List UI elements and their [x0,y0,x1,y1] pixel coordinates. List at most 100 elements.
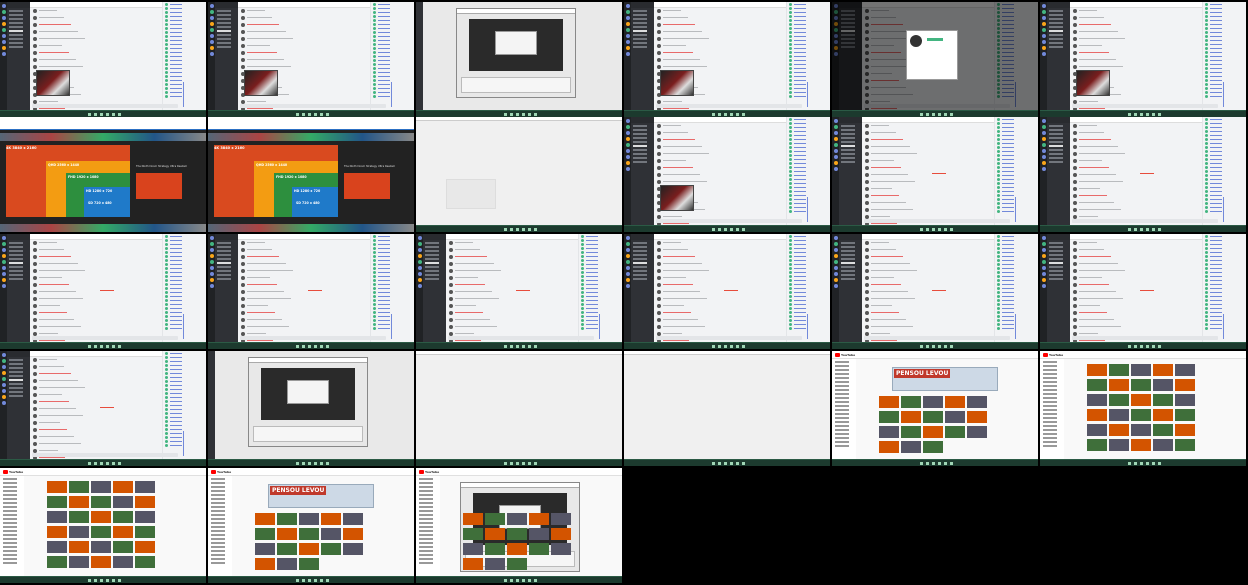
member-entry[interactable] [1205,307,1224,310]
member-entry[interactable] [789,247,808,250]
member-entry[interactable] [581,315,600,318]
sidebar-item[interactable] [419,514,433,516]
video-thumbnail[interactable] [1087,424,1107,436]
member-entry[interactable] [165,59,184,62]
server-icon[interactable] [417,284,422,288]
video-thumbnail[interactable] [879,396,899,408]
member-entry[interactable] [1205,138,1224,141]
member-entry[interactable] [165,412,184,415]
video-thumbnail[interactable] [299,513,319,525]
member-entry[interactable] [165,235,184,238]
member-entry[interactable] [997,174,1016,177]
member-entry[interactable] [997,291,1016,294]
member-entry[interactable] [1205,267,1224,270]
channel-item[interactable] [217,22,231,24]
member-entry[interactable] [165,400,184,403]
sidebar-item[interactable] [419,534,433,536]
member-entry[interactable] [1205,182,1224,185]
video-thumbnail[interactable] [1109,364,1129,376]
member-entry[interactable] [997,247,1016,250]
channel-item[interactable] [633,266,647,268]
video-thumbnail[interactable] [1153,424,1173,436]
member-entry[interactable] [373,255,392,258]
sidebar-item[interactable] [3,554,17,556]
scrollbar[interactable] [1223,314,1224,339]
channel-item[interactable] [633,18,647,20]
channel-item[interactable] [9,391,23,393]
sidebar-item[interactable] [419,546,433,548]
member-entry[interactable] [789,122,808,125]
server-icon[interactable] [209,236,214,240]
member-entry[interactable] [997,210,1016,213]
member-entry[interactable] [789,79,808,82]
member-entry[interactable] [1205,23,1224,26]
sidebar-item[interactable] [419,506,433,508]
server-icon[interactable] [833,119,838,123]
message-input[interactable] [448,336,594,340]
server-icon[interactable] [1041,4,1046,8]
sidebar-item[interactable] [211,506,225,508]
server-icon[interactable] [209,278,214,282]
video-thumbnail[interactable] [529,528,549,540]
member-entry[interactable] [1205,59,1224,62]
server-icon[interactable] [625,167,630,171]
video-thumbnail[interactable] [47,541,67,553]
member-entry[interactable] [373,83,392,86]
member-entry[interactable] [997,150,1016,153]
channel-item[interactable] [633,129,647,131]
channel-item[interactable] [1049,149,1063,151]
video-thumbnail[interactable] [879,441,899,453]
sidebar-item[interactable] [211,518,225,520]
channel-item[interactable] [1049,137,1063,139]
member-entry[interactable] [581,327,600,330]
member-entry[interactable] [1205,194,1224,197]
member-entry[interactable] [997,311,1016,314]
member-entry[interactable] [997,315,1016,318]
member-entry[interactable] [165,87,184,90]
channel-item[interactable] [1049,14,1063,16]
member-entry[interactable] [165,327,184,330]
member-entry[interactable] [789,126,808,129]
member-entry[interactable] [789,146,808,149]
member-entry[interactable] [165,360,184,363]
member-entry[interactable] [789,23,808,26]
member-entry[interactable] [581,279,600,282]
member-entry[interactable] [165,428,184,431]
member-entry[interactable] [373,55,392,58]
popup-button[interactable] [927,38,943,41]
member-entry[interactable] [997,162,1016,165]
member-entry[interactable] [373,299,392,302]
sidebar-item[interactable] [835,401,849,403]
video-thumbnail[interactable] [901,411,921,423]
sidebar-item[interactable] [211,490,225,492]
member-entry[interactable] [789,150,808,153]
sidebar-item[interactable] [3,526,17,528]
member-entry[interactable] [581,323,600,326]
member-entry[interactable] [373,15,392,18]
member-entry[interactable] [165,23,184,26]
message-input[interactable] [240,336,386,340]
server-icon[interactable] [833,236,838,240]
member-entry[interactable] [373,275,392,278]
member-entry[interactable] [373,319,392,322]
member-entry[interactable] [373,303,392,306]
editor-controls[interactable] [461,77,571,93]
member-entry[interactable] [165,91,184,94]
member-entry[interactable] [1205,83,1224,86]
server-icon[interactable] [1041,161,1046,165]
video-thumbnail[interactable] [299,558,319,570]
member-entry[interactable] [789,275,808,278]
sidebar-item[interactable] [1043,369,1057,371]
channel-item[interactable] [841,137,855,139]
video-thumbnail[interactable] [1175,424,1195,436]
video-thumbnail[interactable] [485,528,505,540]
server-icon[interactable] [1,46,6,50]
channel-item[interactable] [1049,254,1063,256]
video-thumbnail[interactable] [1153,394,1173,406]
member-entry[interactable] [373,43,392,46]
member-entry[interactable] [581,291,600,294]
member-entry[interactable] [373,267,392,270]
member-entry[interactable] [165,267,184,270]
channel-item[interactable] [841,258,855,260]
server-icon[interactable] [1,34,6,38]
